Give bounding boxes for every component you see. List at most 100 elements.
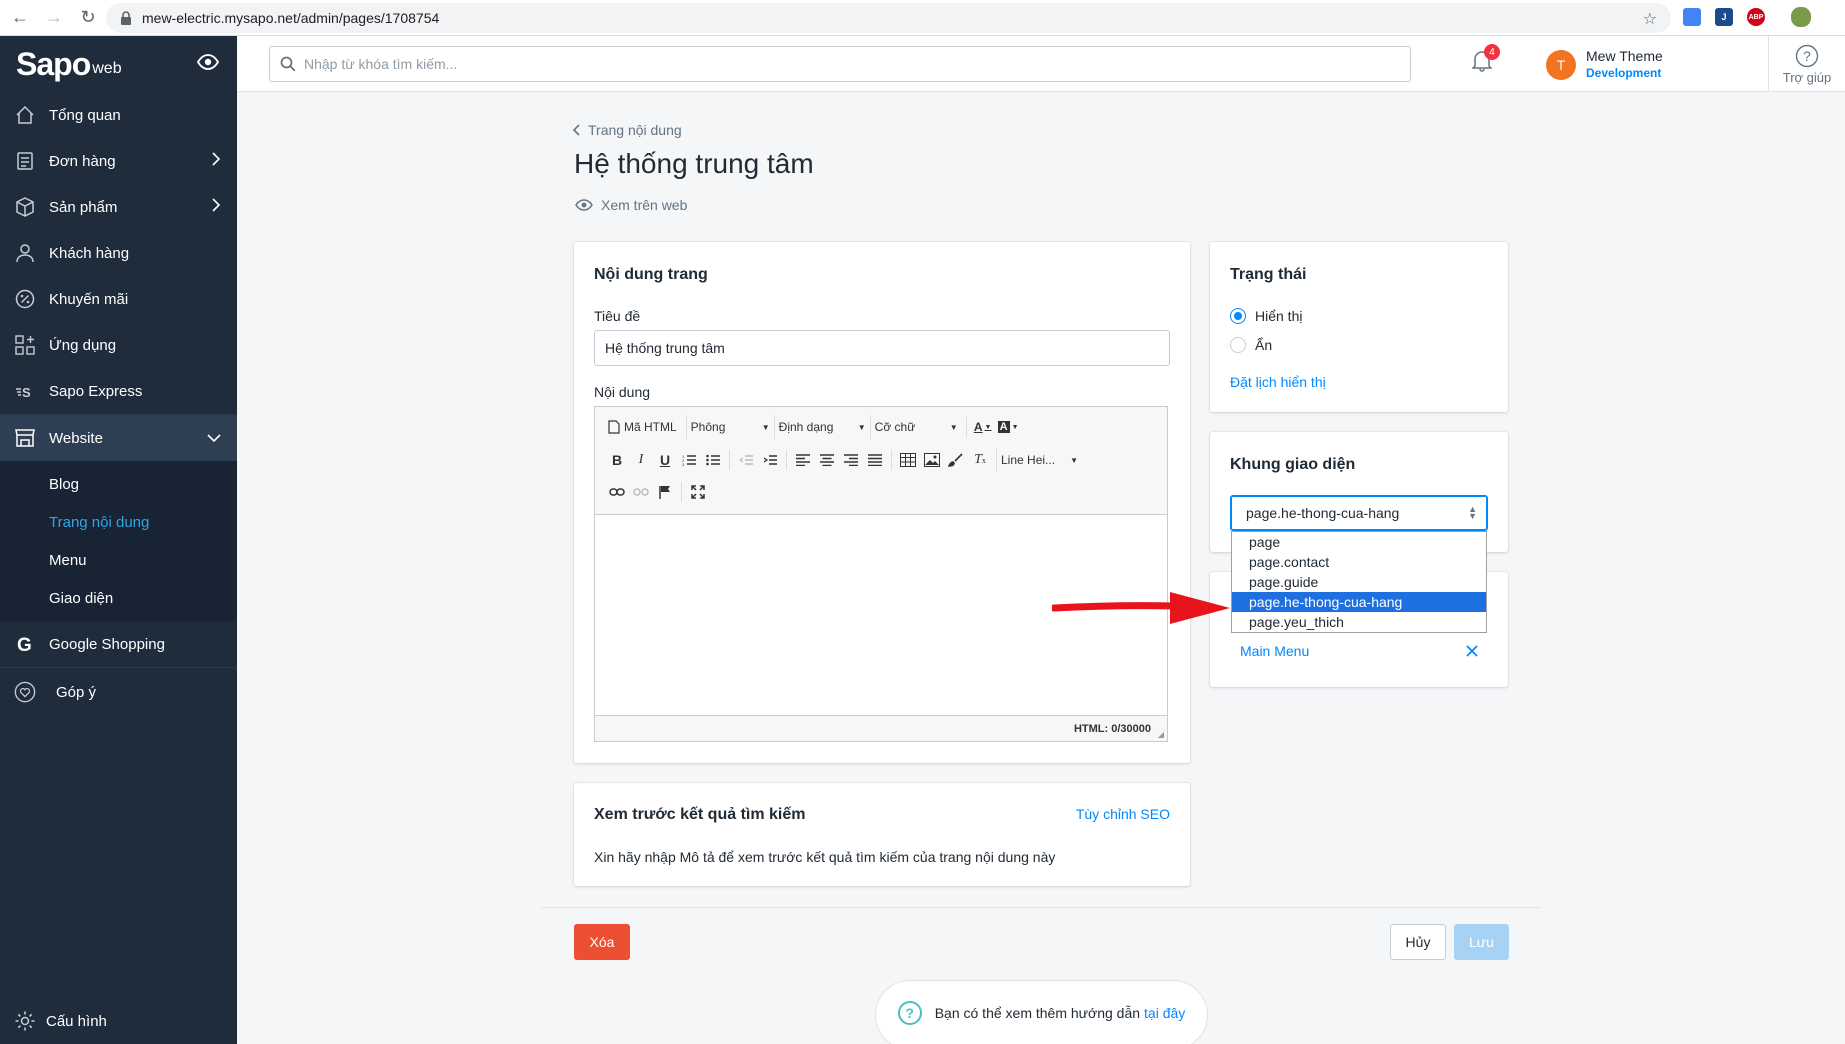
sidebar-item-feedback[interactable]: Góp ý [0, 668, 237, 716]
customize-seo-link[interactable]: Tùy chỉnh SEO [1076, 806, 1170, 822]
bullet-list-icon[interactable] [701, 448, 725, 472]
schedule-visibility-link[interactable]: Đặt lịch hiển thị [1230, 374, 1326, 390]
reload-icon[interactable]: ↻ [74, 4, 102, 32]
flag-anchor-icon[interactable] [653, 480, 677, 504]
align-justify-icon[interactable] [863, 448, 887, 472]
sidebar-item-orders[interactable]: Đơn hàng [0, 138, 237, 184]
text-color-icon[interactable]: A ▼ [971, 415, 995, 439]
toolbar-separator [786, 450, 787, 470]
underline-icon[interactable]: U [653, 448, 677, 472]
question-circle-icon: ? [897, 1001, 922, 1025]
ordered-list-icon[interactable]: 123 [677, 448, 701, 472]
outdent-icon[interactable] [734, 448, 758, 472]
sidebar-subitem-pages[interactable]: Trang nội dung [0, 503, 237, 541]
guide-link[interactable]: tại đây [1144, 1005, 1185, 1021]
bookmark-star-icon[interactable]: ☆ [1643, 9, 1657, 29]
top-header: 4 T Mew Theme Development ? Trợ giúp [237, 36, 1845, 92]
title-input[interactable]: Hệ thống trung tâm [594, 330, 1170, 366]
sidebar-item-label: Sapo Express [49, 382, 143, 400]
background-color-icon[interactable]: A ▼ [995, 415, 1022, 439]
main-menu-link[interactable]: Main Menu [1240, 643, 1309, 659]
user-role: Development [1586, 66, 1662, 80]
sidebar-item-settings[interactable]: Cấu hình [0, 998, 237, 1044]
resize-handle-icon[interactable]: ◢ [1158, 730, 1164, 739]
radio-label: Ẩn [1255, 337, 1273, 353]
dropdown-option[interactable]: page.guide [1232, 572, 1486, 592]
sidebar-item-website[interactable]: Website [0, 415, 237, 461]
address-bar[interactable]: mew-electric.mysapo.net/admin/pages/1708… [106, 3, 1671, 33]
clear-format-icon[interactable]: Tx [968, 448, 992, 472]
sidebar-item-overview[interactable]: Tổng quan [0, 92, 237, 138]
bold-icon[interactable]: B [605, 448, 629, 472]
align-left-icon[interactable] [791, 448, 815, 472]
save-button[interactable]: Lưu [1454, 924, 1509, 960]
footer-divider [541, 907, 1540, 908]
heart-chat-icon [14, 681, 36, 703]
link-icon[interactable] [605, 480, 629, 504]
avatar[interactable]: T [1546, 50, 1576, 80]
align-center-icon[interactable] [815, 448, 839, 472]
dropdown-option[interactable]: page.contact [1232, 552, 1486, 572]
extension-translate-icon[interactable] [1683, 8, 1701, 26]
indent-icon[interactable] [758, 448, 782, 472]
dropdown-option-selected[interactable]: page.he-thong-cua-hang [1232, 592, 1486, 612]
view-on-web-link[interactable]: Xem trên web [575, 197, 687, 213]
select-arrows-icon: ▲ ▼ [1468, 504, 1477, 521]
back-arrow-icon[interactable]: ← [6, 4, 34, 32]
fullscreen-icon[interactable] [686, 480, 710, 504]
image-icon[interactable] [920, 448, 944, 472]
sidebar-item-apps[interactable]: Ứng dụng [0, 322, 237, 368]
dropdown-option[interactable]: page [1232, 532, 1486, 552]
sidebar-item-customers[interactable]: Khách hàng [0, 230, 237, 276]
font-select[interactable]: Phông ▼ [685, 415, 774, 439]
delete-button[interactable]: Xóa [574, 924, 630, 960]
cancel-button[interactable]: Hủy [1390, 924, 1446, 960]
sidebar-subitem-menu[interactable]: Menu [0, 541, 237, 579]
radio-unchecked-icon [1230, 337, 1246, 353]
settings-label: Cấu hình [46, 1012, 107, 1030]
sidebar-item-promotions[interactable]: Khuyến mãi [0, 276, 237, 322]
breadcrumb[interactable]: Trang nội dung [572, 122, 682, 138]
status-hidden-radio[interactable]: Ẩn [1230, 337, 1272, 353]
close-icon[interactable] [1466, 645, 1478, 657]
help-guide-banner: ? Bạn có thể xem thêm hướng dẫn tại đây [875, 980, 1208, 1044]
brush-icon[interactable] [944, 448, 968, 472]
sidebar-item-products[interactable]: Sản phẩm [0, 184, 237, 230]
search-box[interactable] [269, 46, 1411, 82]
user-name[interactable]: Mew Theme [1586, 48, 1663, 64]
eye-icon[interactable] [197, 54, 219, 70]
html-source-button[interactable]: Mã HTML [605, 415, 680, 439]
status-visible-radio[interactable]: Hiển thị [1230, 308, 1302, 324]
sidebar-item-google-shopping[interactable]: G Google Shopping [0, 621, 237, 667]
sidebar-subitem-themes[interactable]: Giao diện [0, 579, 237, 617]
logo-text: Sapo [16, 45, 91, 82]
sidebar-item-label: Website [49, 429, 103, 447]
google-icon: G [14, 633, 36, 655]
italic-icon[interactable]: I [629, 448, 653, 472]
dropdown-option[interactable]: page.yeu_thich [1232, 612, 1486, 632]
extension-j-icon[interactable]: J [1715, 8, 1733, 26]
radio-checked-icon [1230, 308, 1246, 324]
sidebar-subitem-blog[interactable]: Blog [0, 465, 237, 503]
sapo-logo[interactable]: Sapo web [0, 36, 237, 92]
search-input[interactable] [304, 56, 1304, 72]
notification-badge: 4 [1484, 44, 1500, 60]
format-select[interactable]: Định dạng ▼ [773, 415, 870, 439]
template-select[interactable]: page.he-thong-cua-hang ▲ ▼ [1230, 495, 1488, 531]
content-label: Nội dung [594, 384, 651, 400]
help-button[interactable]: ? Trợ giúp [1768, 36, 1845, 92]
extension-adblock-icon[interactable]: ABP [1747, 8, 1765, 26]
sidebar: Sapo web Tổng quan Đơn hàng Sản phẩm Khá… [0, 36, 237, 1044]
lock-icon [121, 11, 131, 25]
forward-arrow-icon[interactable]: → [40, 4, 68, 32]
table-icon[interactable] [896, 448, 920, 472]
svg-text:?: ? [1803, 48, 1811, 64]
font-size-select[interactable]: Cỡ chữ ▼ [869, 415, 962, 439]
font-size-select-label: Cỡ chữ [874, 420, 916, 434]
line-height-select[interactable]: Line Hei... ▼ [996, 448, 1082, 472]
profile-avatar-icon[interactable] [1791, 7, 1811, 27]
orders-icon [14, 150, 36, 172]
sidebar-item-sapo-express[interactable]: S Sapo Express [0, 368, 237, 414]
align-right-icon[interactable] [839, 448, 863, 472]
unlink-icon[interactable] [629, 480, 653, 504]
